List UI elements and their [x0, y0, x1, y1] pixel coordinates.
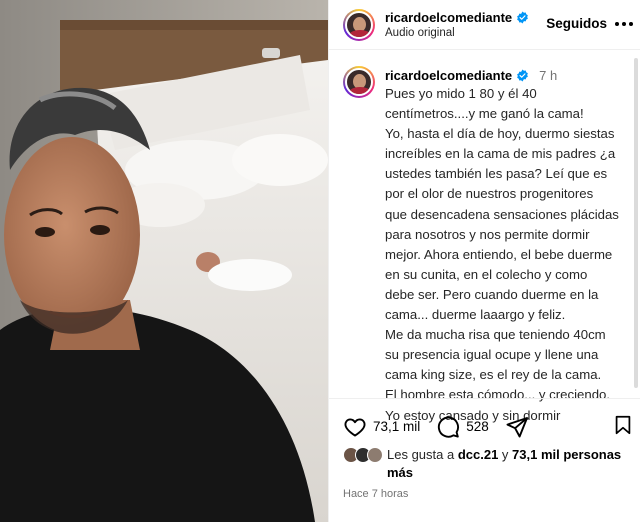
- post-details-panel: ricardoelcomediante Audio original Segui…: [328, 0, 640, 522]
- comment-action: 528: [436, 415, 489, 439]
- avatar-image: [345, 10, 373, 39]
- caption-text: Pues yo mido 1 80 y él 40 centímetros...…: [385, 86, 619, 423]
- likes-text: Les gusta a dcc.21 y 73,1 mil personas má…: [387, 446, 621, 482]
- share-action: [505, 415, 529, 439]
- audio-label[interactable]: Audio original: [385, 27, 529, 39]
- heart-icon[interactable]: [343, 415, 367, 439]
- caption-header: ricardoelcomediante 7 h: [385, 66, 629, 84]
- post-time-ago[interactable]: Hace 7 horas: [343, 488, 408, 500]
- author-info: ricardoelcomediante Audio original: [385, 10, 529, 39]
- likes-suffix[interactable]: más: [387, 465, 413, 480]
- comment-icon[interactable]: [436, 415, 460, 439]
- liker-avatar: [367, 447, 383, 463]
- comments-scrollbar[interactable]: [634, 58, 638, 388]
- likes-connector: y: [498, 447, 513, 462]
- caption-author-avatar[interactable]: [343, 66, 375, 98]
- author-avatar[interactable]: [343, 8, 375, 41]
- like-action: 73,1 mil: [343, 415, 420, 439]
- other-likers-count[interactable]: 73,1 mil personas: [512, 447, 621, 462]
- bookmark-icon[interactable]: [612, 414, 634, 436]
- first-liker-username[interactable]: dcc.21: [458, 447, 498, 462]
- more-options-icon[interactable]: [615, 22, 633, 28]
- author-name-row: ricardoelcomediante: [385, 10, 529, 25]
- post-header: ricardoelcomediante Audio original Segui…: [329, 0, 640, 50]
- share-icon[interactable]: [505, 415, 529, 439]
- selfie-photo: [0, 0, 328, 522]
- liker-avatars[interactable]: [343, 447, 387, 465]
- caption-timestamp[interactable]: 7 h: [539, 68, 557, 83]
- following-button[interactable]: Seguidos: [546, 16, 607, 31]
- post-caption: ricardoelcomediante 7 h Pues yo mido 1 8…: [343, 66, 633, 426]
- likes-prefix: Les gusta a: [387, 447, 458, 462]
- comment-count[interactable]: 528: [466, 419, 489, 434]
- likes-summary: Les gusta a dcc.21 y 73,1 mil personas má…: [343, 446, 633, 482]
- verified-badge-icon: [517, 11, 529, 24]
- author-username[interactable]: ricardoelcomediante: [385, 10, 512, 25]
- caption-avatar-image: [345, 68, 373, 96]
- instagram-post: ricardoelcomediante Audio original Segui…: [0, 0, 640, 522]
- caption-body: ricardoelcomediante 7 h Pues yo mido 1 8…: [385, 66, 629, 426]
- like-count[interactable]: 73,1 mil: [373, 419, 420, 434]
- caption-verified-badge-icon: [517, 69, 529, 81]
- post-photo[interactable]: [0, 0, 328, 522]
- caption-username[interactable]: ricardoelcomediante: [385, 68, 512, 83]
